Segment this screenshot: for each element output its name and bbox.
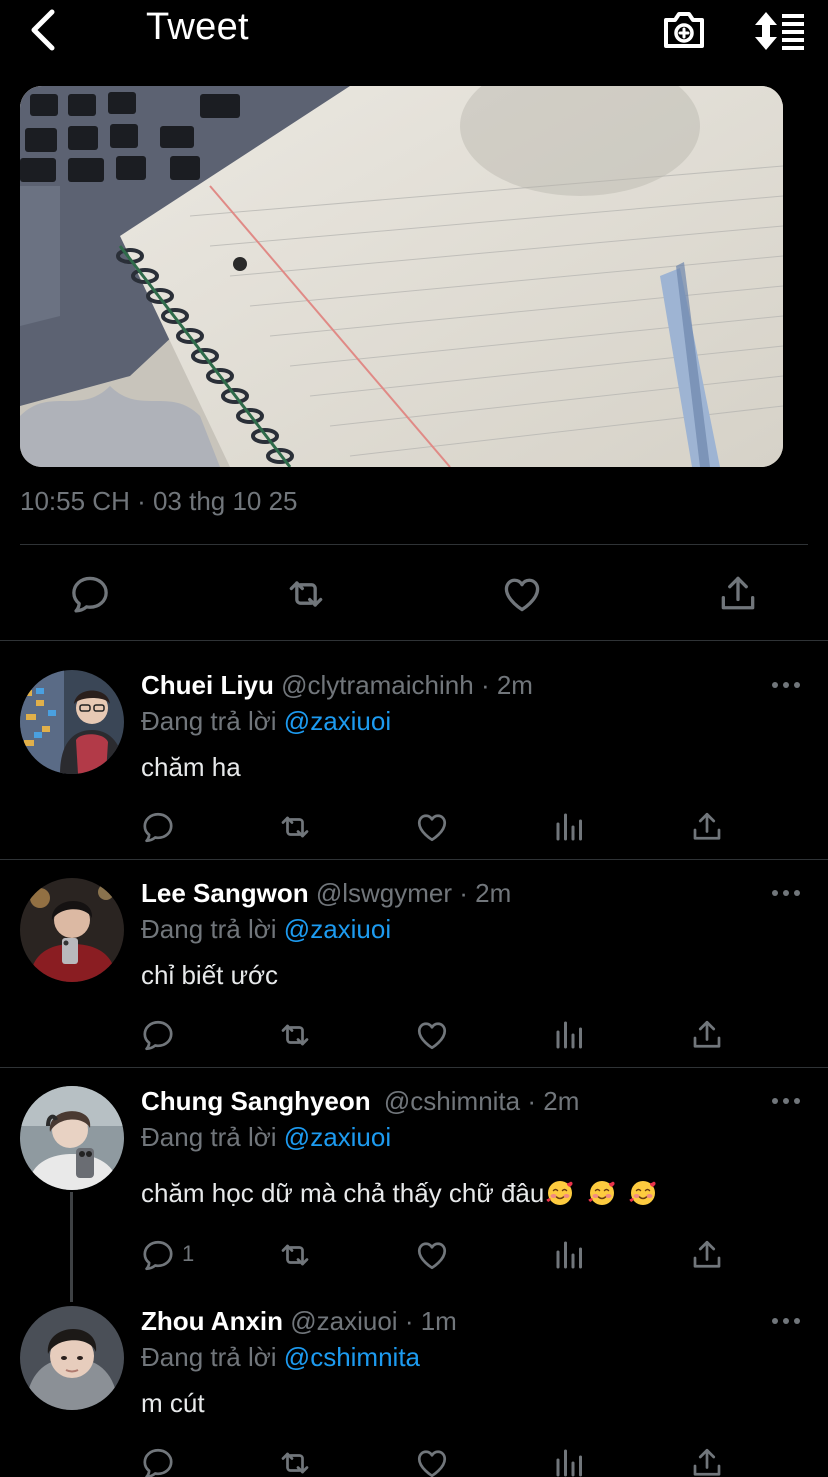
reply-time: · 2m xyxy=(480,670,533,700)
replying-to-mention[interactable]: @zaxiuoi xyxy=(284,1122,391,1152)
photo-notebook-pen xyxy=(20,86,783,467)
reply-action-bar xyxy=(0,1445,828,1477)
reply-text: chỉ biết ước xyxy=(141,960,279,990)
reply-item[interactable]: Chuei Liyu @clytramaichinh · 2m Đang trả… xyxy=(0,670,828,860)
chevron-left-icon xyxy=(31,9,55,51)
views-icon[interactable] xyxy=(552,1017,588,1053)
like-icon[interactable] xyxy=(414,809,450,845)
avatar[interactable] xyxy=(20,670,124,774)
replying-to-line: Đang trả lời @zaxiuoi xyxy=(141,706,391,737)
retweet-icon[interactable] xyxy=(277,1445,313,1477)
top-bar: Tweet xyxy=(0,0,828,62)
avatar-image xyxy=(20,670,124,774)
share-icon[interactable] xyxy=(689,1017,725,1053)
reply-text-line: chăm học dữ mà chả thấy chữ đâu xyxy=(141,1178,657,1209)
reply-action-bar xyxy=(0,1017,828,1061)
views-icon[interactable] xyxy=(552,809,588,845)
share-icon[interactable] xyxy=(716,572,760,616)
reply-text: m cút xyxy=(141,1388,205,1418)
like-icon[interactable] xyxy=(500,572,544,616)
sort-icon xyxy=(755,12,804,50)
share-icon[interactable] xyxy=(689,1445,725,1477)
replying-to-label: Đang trả lời xyxy=(141,706,277,736)
camera-plus-icon xyxy=(664,12,704,48)
replying-to-line: Đang trả lời @zaxiuoi xyxy=(141,1122,391,1153)
page-title: Tweet xyxy=(146,6,249,48)
reply-author-handle[interactable]: @clytramaichinh xyxy=(281,670,474,700)
replying-to-line: Đang trả lời @zaxiuoi xyxy=(141,914,391,945)
tweet-timestamp: 10:55 CH · 03 thg 10 25 xyxy=(20,486,298,516)
reply-header: Chuei Liyu @clytramaichinh · 2m xyxy=(141,670,533,701)
share-icon[interactable] xyxy=(689,809,725,845)
reply-icon[interactable] xyxy=(140,809,176,845)
avatar-image xyxy=(20,1306,124,1410)
reply-icon[interactable] xyxy=(140,1237,176,1273)
retweet-icon[interactable] xyxy=(284,572,328,616)
retweet-icon[interactable] xyxy=(277,1237,313,1273)
reply-header: Lee Sangwon @lswgymer · 2m xyxy=(141,878,511,909)
reply-author-handle[interactable]: @lswgymer xyxy=(316,878,452,908)
replying-to-mention[interactable]: @cshimnita xyxy=(284,1342,420,1372)
like-icon[interactable] xyxy=(414,1017,450,1053)
share-icon[interactable] xyxy=(689,1237,725,1273)
replying-to-label: Đang trả lời xyxy=(141,1342,277,1372)
reply-author-name[interactable]: Chung Sanghyeon xyxy=(141,1086,371,1116)
divider xyxy=(0,1067,828,1068)
more-options-icon[interactable] xyxy=(770,886,802,900)
reply-author-name[interactable]: Chuei Liyu xyxy=(141,670,274,700)
back-button[interactable] xyxy=(24,8,64,52)
reply-author-handle[interactable]: @zaxiuoi xyxy=(290,1306,397,1336)
avatar[interactable] xyxy=(20,878,124,982)
reply-count: 1 xyxy=(182,1241,195,1266)
reply-author-name[interactable]: Lee Sangwon xyxy=(141,878,309,908)
reply-header: Zhou Anxin @zaxiuoi · 1m xyxy=(141,1306,457,1337)
reply-time: · 1m xyxy=(404,1306,457,1336)
replying-to-label: Đang trả lời xyxy=(141,1122,277,1152)
replying-to-mention[interactable]: @zaxiuoi xyxy=(284,706,391,736)
reply-action-bar xyxy=(0,809,828,853)
reply-time: · 2m xyxy=(527,1086,580,1116)
avatar[interactable] xyxy=(20,1086,124,1190)
reply-icon[interactable] xyxy=(140,1017,176,1053)
more-options-icon[interactable] xyxy=(770,1314,802,1328)
smiling-face-with-hearts-icon xyxy=(629,1179,657,1207)
reply-header: Chung Sanghyeon @cshimnita · 2m xyxy=(141,1086,579,1117)
retweet-icon[interactable] xyxy=(277,809,313,845)
divider xyxy=(0,859,828,860)
avatar-image xyxy=(20,878,124,982)
reply-item[interactable]: Zhou Anxin @zaxiuoi · 1m Đang trả lời @c… xyxy=(0,1306,828,1477)
smiling-face-with-hearts-icon xyxy=(588,1179,616,1207)
reply-action-bar: 1 xyxy=(0,1237,828,1281)
like-icon[interactable] xyxy=(414,1237,450,1273)
reply-item[interactable]: Chung Sanghyeon @cshimnita · 2m Đang trả… xyxy=(0,1086,828,1286)
retweet-icon[interactable] xyxy=(277,1017,313,1053)
tweet-image[interactable] xyxy=(20,86,783,467)
avatar[interactable] xyxy=(20,1306,124,1410)
replying-to-mention[interactable]: @zaxiuoi xyxy=(284,914,391,944)
reply-icon[interactable] xyxy=(140,1445,176,1477)
views-icon[interactable] xyxy=(552,1237,588,1273)
tweet-action-bar xyxy=(0,560,828,626)
reply-icon[interactable] xyxy=(68,572,112,616)
reply-time: · 2m xyxy=(459,878,512,908)
more-options-icon[interactable] xyxy=(770,1094,802,1108)
divider xyxy=(0,640,828,641)
avatar-image xyxy=(20,1086,124,1190)
reply-text: chăm học dữ mà chả thấy chữ đâu xyxy=(141,1178,545,1208)
divider xyxy=(20,544,808,545)
sort-button[interactable] xyxy=(752,8,808,52)
smiling-face-with-hearts-icon xyxy=(546,1179,574,1207)
more-options-icon[interactable] xyxy=(770,678,802,692)
reply-author-name[interactable]: Zhou Anxin xyxy=(141,1306,283,1336)
views-icon[interactable] xyxy=(552,1445,588,1477)
reply-item[interactable]: Lee Sangwon @lswgymer · 2m Đang trả lời … xyxy=(0,878,828,1068)
reply-author-handle[interactable]: @cshimnita xyxy=(384,1086,520,1116)
camera-button[interactable] xyxy=(660,8,708,52)
replying-to-line: Đang trả lời @cshimnita xyxy=(141,1342,420,1373)
replying-to-label: Đang trả lời xyxy=(141,914,277,944)
like-icon[interactable] xyxy=(414,1445,450,1477)
reply-text: chăm ha xyxy=(141,752,241,782)
